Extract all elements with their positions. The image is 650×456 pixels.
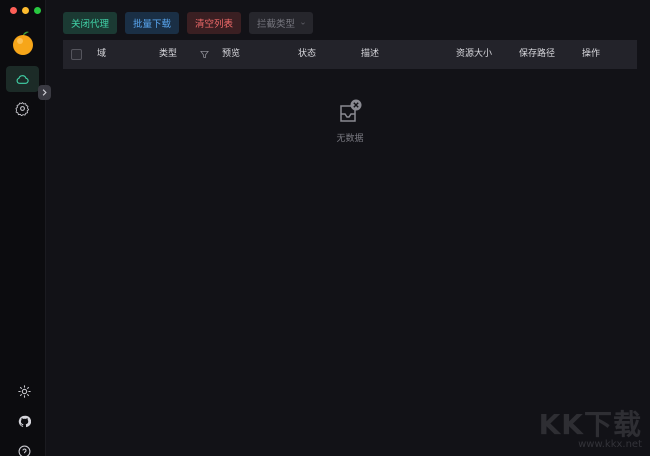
minimize-window-button[interactable] [22,7,29,14]
column-domain: 域 [97,49,107,59]
sun-icon [18,385,31,398]
column-save-path: 保存路径 [519,49,556,59]
column-resource-size: 资源大小 [456,49,493,59]
cloud-icon [16,74,29,84]
column-type: 类型 [159,49,178,59]
sidebar [0,0,51,456]
select-all-checkbox[interactable] [71,49,82,60]
empty-inbox-icon [340,99,362,122]
app-window: 关闭代理 批量下载 清空列表 拦截类型 域 类型 预览 状态 描述 资源大小 保… [0,0,650,456]
window-controls [10,7,41,14]
clear-list-button[interactable]: 清空列表 [187,12,241,34]
gear-icon [15,101,30,116]
sidebar-item-settings[interactable] [6,95,39,121]
table-header: 域 类型 预览 状态 描述 资源大小 保存路径 操作 [63,40,637,69]
help-button[interactable] [17,444,32,456]
github-icon [18,415,31,428]
empty-state: 无数据 [330,98,370,144]
watermark-logo: KK下载 [538,408,642,441]
intercept-type-placeholder: 拦截类型 [257,19,296,30]
column-status: 状态 [298,49,317,59]
sidebar-item-proxy[interactable] [6,66,39,92]
chevron-down-icon [301,22,305,25]
chevron-right-icon [42,89,47,96]
watermark: KK下载 www.kkx.net [539,403,642,450]
theme-toggle-button[interactable] [17,384,32,399]
maximize-window-button[interactable] [34,7,41,14]
sidebar-collapse-toggle[interactable] [38,85,51,100]
empty-message: 无数据 [336,134,364,144]
column-description: 描述 [361,49,380,59]
filter-icon[interactable] [200,50,209,59]
column-actions: 操作 [582,49,601,59]
toolbar: 关闭代理 批量下载 清空列表 拦截类型 [63,12,313,34]
column-preview: 预览 [222,49,241,59]
github-link[interactable] [17,414,32,429]
app-logo [13,31,33,55]
batch-download-button[interactable]: 批量下载 [125,12,179,34]
intercept-type-select[interactable]: 拦截类型 [249,12,313,34]
help-icon [18,445,31,456]
close-proxy-button[interactable]: 关闭代理 [63,12,117,34]
close-window-button[interactable] [10,7,17,14]
